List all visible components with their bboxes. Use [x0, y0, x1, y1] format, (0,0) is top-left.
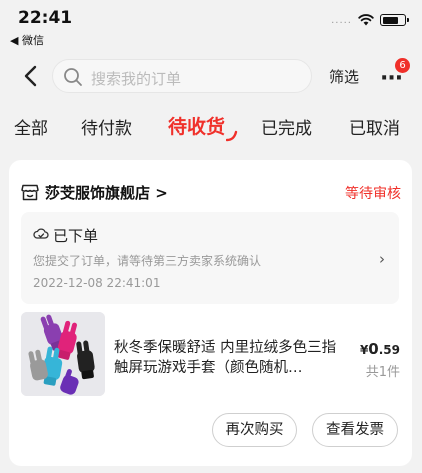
price-integer: 0	[368, 340, 379, 358]
price-decimal: .59	[378, 343, 400, 357]
shop-icon	[21, 184, 39, 201]
back-to-wechat[interactable]: ◀ 微信	[10, 32, 44, 48]
battery-icon	[380, 14, 409, 26]
status-bar: 22:41 ◀ 微信 .....	[0, 0, 422, 50]
shop-name[interactable]: 莎芠服饰旗舰店 >	[45, 182, 168, 203]
product-quantity: 共1件	[365, 365, 400, 380]
cloud-order-icon	[33, 228, 49, 239]
nav-bar: 搜索我的订单 筛选 ··· 6	[0, 54, 422, 98]
tab-cancelled[interactable]: 已取消	[349, 114, 400, 139]
order-status: 等待审核	[345, 186, 401, 202]
product-price: ¥0.59	[360, 340, 400, 358]
more-menu-button[interactable]: ··· 6	[378, 58, 410, 90]
logistics-description: 您提交了订单，请等待第三方卖家系统确认	[33, 254, 262, 268]
status-icons: .....	[331, 14, 409, 26]
tab-pending-receipt[interactable]: 待收货	[168, 112, 225, 139]
product-image[interactable]	[21, 312, 105, 396]
search-input[interactable]: 搜索我的订单	[52, 59, 312, 93]
tab-completed[interactable]: 已完成	[261, 114, 312, 139]
logistics-panel[interactable]: 已下单 您提交了订单，请等待第三方卖家系统确认 2022-12-08 22:41…	[21, 212, 399, 304]
product-title[interactable]: 秋冬季保暖舒适 内里拉绒多色三指触屏玩游戏手套（颜色随机…	[114, 338, 350, 378]
back-arrow-icon[interactable]	[20, 60, 44, 92]
signal-icon: .....	[331, 14, 352, 26]
order-card[interactable]: 莎芠服饰旗舰店 > 等待审核 已下单 您提交了订单，请等待第三方卖家系统确认 2…	[9, 160, 412, 466]
gloves-illustration	[21, 312, 105, 396]
order-tabs: 全部 待付款 待收货 已完成 已取消	[0, 104, 422, 148]
tab-pending-payment[interactable]: 待付款	[81, 114, 132, 139]
search-icon	[64, 68, 82, 86]
active-tab-indicator	[226, 130, 238, 142]
logistics-title: 已下单	[53, 227, 99, 245]
view-invoice-button[interactable]: 查看发票	[312, 413, 398, 447]
search-placeholder: 搜索我的订单	[91, 70, 182, 88]
filter-button[interactable]: 筛选	[329, 66, 359, 87]
shop-row[interactable]: 莎芠服饰旗舰店 > 等待审核	[21, 182, 401, 204]
rebuy-button[interactable]: 再次购买	[212, 413, 297, 447]
tab-all[interactable]: 全部	[14, 114, 48, 139]
wifi-icon	[358, 14, 374, 26]
logistics-time: 2022-12-08 22:41:01	[33, 276, 161, 290]
chevron-right-icon: ›	[379, 250, 385, 268]
notification-badge: 6	[395, 58, 410, 73]
status-time: 22:41	[18, 8, 73, 28]
